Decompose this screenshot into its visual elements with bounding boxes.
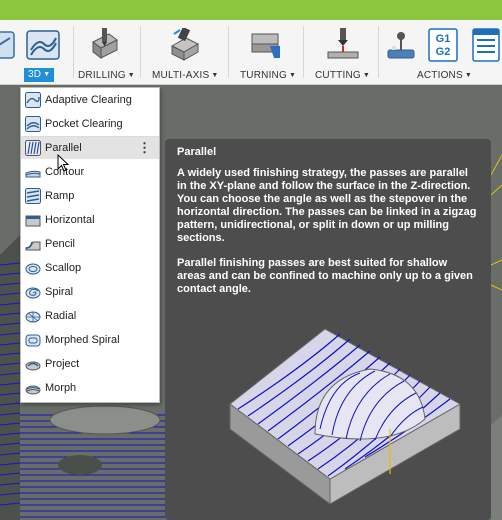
menu-item-spiral[interactable]: Spiral	[21, 281, 159, 303]
ramp-icon	[25, 188, 41, 204]
toolbar-group-label[interactable]: DRILLING ▼	[78, 70, 135, 81]
menu-item-project[interactable]: Project	[21, 353, 159, 375]
toolbar-group-cutting[interactable]: CUTTING ▼	[308, 20, 374, 84]
toolbar-group-turning[interactable]: TURNING ▼	[234, 20, 300, 84]
menu-item-pencil[interactable]: Pencil	[21, 233, 159, 255]
toolbar-group-drilling[interactable]: DRILLING ▼	[76, 20, 136, 84]
toolbar-ribbon: 3D ▼ DRILLING ▼ MULTI-AXIS ▼ TURNING ▼ C…	[0, 20, 502, 85]
contour-icon	[25, 170, 41, 178]
toolbar-group-label[interactable]: ACTIONS ▼	[417, 70, 472, 81]
menu-item-horizontal[interactable]: Horizontal	[21, 209, 159, 231]
menu-item-label: Adaptive Clearing	[45, 94, 132, 106]
toolbar-group-label[interactable]: MULTI-AXIS ▼	[152, 70, 219, 81]
parallel-icon	[25, 140, 41, 156]
menu-item-label: Horizontal	[45, 214, 95, 226]
tooltip-description: A widely used finishing strategy, the pa…	[177, 167, 477, 244]
menu-item-label: Pocket Clearing	[45, 118, 123, 130]
menu-item-label: Spiral	[45, 286, 74, 298]
menu-item-contour[interactable]: Contour	[21, 161, 159, 183]
toolbar-group-label[interactable]: TURNING ▼	[240, 70, 296, 81]
morph-icon	[25, 385, 41, 395]
pencil-icon	[25, 241, 41, 251]
menu-item-radial[interactable]: Radial	[21, 305, 159, 327]
radial-icon	[25, 311, 41, 323]
separator	[378, 26, 379, 78]
menu-item-parallel[interactable]: Parallel ⋮	[21, 137, 159, 159]
menu-item-label: Project	[45, 358, 80, 370]
separator	[140, 26, 141, 78]
menu-item-label: Morphed Spiral	[45, 334, 120, 346]
project-icon	[25, 361, 41, 371]
morphed-spiral-icon	[25, 334, 41, 347]
menu-item-label: Scallop	[45, 262, 82, 274]
menu-item-label: Pencil	[45, 238, 75, 250]
setup-sheet-icon	[472, 28, 500, 62]
chevron-down-icon: ▼	[127, 72, 135, 79]
menu-item-label: Morph	[45, 382, 77, 394]
menu-item-morph[interactable]: Morph	[21, 377, 159, 399]
toolbar-group-label[interactable]: 3D ▼	[24, 68, 55, 82]
menu-item-label: Ramp	[45, 190, 75, 202]
more-options-icon[interactable]: ⋮	[138, 137, 151, 159]
chevron-down-icon: ▼	[362, 72, 370, 79]
chevron-down-icon: ▼	[211, 72, 219, 79]
simulate-icon	[387, 32, 415, 59]
scallop-icon	[25, 263, 41, 275]
separator	[73, 26, 74, 78]
2d-milling-icon	[0, 31, 15, 59]
menu-item-label: Radial	[45, 310, 77, 322]
pocket-clearing-icon	[25, 116, 41, 132]
drill-icon	[92, 28, 118, 59]
menu-item-morphed-spiral[interactable]: Morphed Spiral	[21, 329, 159, 351]
separator	[228, 26, 229, 78]
separator	[303, 26, 304, 78]
toolbar-group-3d[interactable]: 3D ▼	[18, 20, 68, 84]
horizontal-icon	[25, 215, 41, 227]
menu-item-scallop[interactable]: Scallop	[21, 257, 159, 279]
chevron-down-icon: ▼	[43, 71, 51, 78]
parallel-toolpath-illustration	[229, 328, 462, 505]
menu-item-adaptive-clearing[interactable]: Adaptive Clearing	[21, 89, 159, 111]
menu-item-ramp[interactable]: Ramp	[21, 185, 159, 207]
parallel-tooltip: Parallel A widely used finishing strateg…	[165, 139, 491, 520]
tooltip-title: Parallel	[177, 146, 217, 158]
menu-item-pocket-clearing[interactable]: Pocket Clearing	[21, 113, 159, 135]
toolbar-group-multi-axis[interactable]: MULTI-AXIS ▼	[146, 20, 222, 84]
3d-milling-icon	[26, 30, 60, 60]
cutting-icon	[327, 28, 359, 59]
turning-icon	[251, 33, 280, 58]
spiral-icon	[25, 287, 41, 299]
multi-axis-icon	[170, 28, 200, 61]
title-bar	[0, 0, 502, 20]
toolbar-group-label[interactable]: CUTTING ▼	[315, 70, 370, 81]
adaptive-clearing-icon	[25, 92, 41, 108]
chevron-down-icon: ▼	[288, 72, 297, 79]
toolbar-group-actions[interactable]: G1 G2 ACTIONS ▼	[382, 20, 502, 84]
g1-g2-icon: G1 G2	[428, 28, 458, 62]
mouse-cursor-icon	[57, 154, 69, 172]
tooltip-usage-note: Parallel finishing passes are best suite…	[177, 257, 473, 295]
chevron-down-icon: ▼	[464, 72, 472, 79]
toolbar-partial-button[interactable]	[0, 20, 15, 84]
3d-strategy-menu: Adaptive Clearing Pocket Clearing Parall…	[20, 87, 160, 403]
g1-text: G1	[436, 33, 451, 45]
g2-text: G2	[436, 46, 451, 58]
